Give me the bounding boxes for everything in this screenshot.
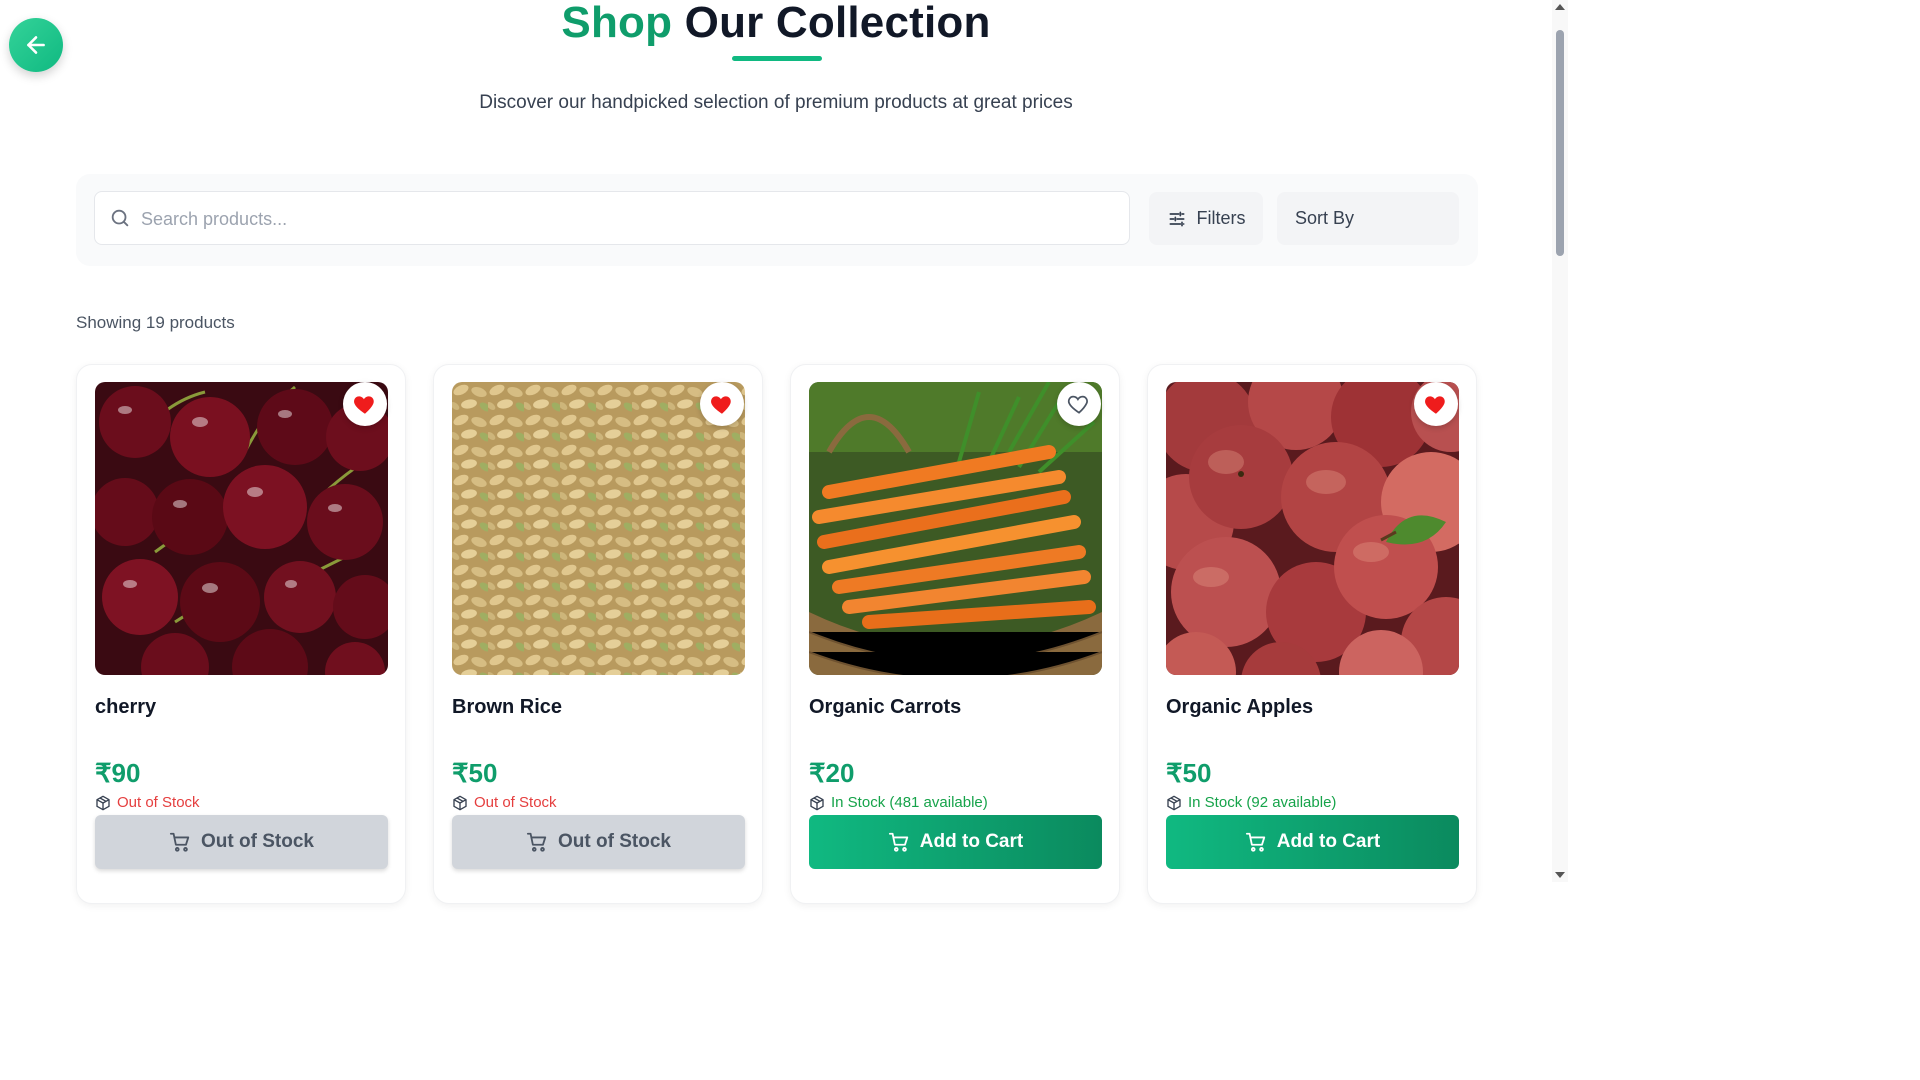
- favorite-button[interactable]: [343, 382, 387, 426]
- sliders-icon: [1169, 211, 1184, 226]
- heart-filled-icon: [711, 396, 731, 414]
- sort-select[interactable]: Sort By: [1277, 192, 1459, 245]
- title-underline: [732, 56, 822, 61]
- stock-status: In Stock (481 available): [809, 794, 988, 811]
- package-icon: [1167, 795, 1181, 810]
- stock-status: Out of Stock: [452, 794, 557, 811]
- out-of-stock-button[interactable]: Out of Stock: [95, 815, 388, 869]
- cart-icon: [169, 832, 190, 852]
- toolbar: Filters Sort By: [76, 174, 1478, 266]
- sort-label: Sort By: [1295, 208, 1355, 228]
- add-to-cart-button[interactable]: Add to Cart: [1166, 815, 1459, 869]
- scroll-up-arrow[interactable]: [1555, 4, 1565, 10]
- favorite-button[interactable]: [1057, 382, 1101, 426]
- page-title-rest: Our Collection: [684, 0, 991, 47]
- favorite-button[interactable]: [700, 382, 744, 426]
- product-name[interactable]: Brown Rice: [452, 696, 562, 719]
- search-icon: [111, 209, 129, 227]
- cart-icon: [526, 832, 547, 852]
- results-count: Showing 19 products: [76, 313, 235, 332]
- add-to-cart-button[interactable]: Add to Cart: [809, 815, 1102, 869]
- scroll-down-arrow[interactable]: [1555, 872, 1565, 878]
- filters-label: Filters: [1196, 208, 1246, 228]
- product-price: ₹90: [95, 758, 141, 788]
- package-icon: [453, 795, 467, 810]
- cart-icon: [1245, 832, 1265, 852]
- search-input[interactable]: [139, 192, 1103, 246]
- product-card: Brown Rice ₹50 Out of Stock Out of Stock: [433, 364, 763, 904]
- scrollbar-thumb[interactable]: [1556, 30, 1564, 256]
- cart-button-label: Add to Cart: [919, 831, 1024, 852]
- product-card: cherry ₹90 Out of Stock Out of Stock: [76, 364, 406, 904]
- page-title-accent: Shop: [561, 0, 673, 47]
- favorite-button[interactable]: [1414, 382, 1458, 426]
- heart-filled-icon: [354, 396, 374, 414]
- stock-text: In Stock (92 available): [1188, 794, 1337, 811]
- product-name[interactable]: cherry: [95, 696, 156, 719]
- heart-filled-icon: [1425, 396, 1445, 414]
- product-price: ₹20: [809, 758, 855, 788]
- stock-text: Out of Stock: [117, 794, 200, 811]
- product-name[interactable]: Organic Carrots: [809, 696, 961, 719]
- out-of-stock-button[interactable]: Out of Stock: [452, 815, 745, 869]
- stock-text: In Stock (481 available): [831, 794, 988, 811]
- filters-button[interactable]: Filters: [1149, 192, 1263, 245]
- product-card: Organic Apples ₹50 In Stock (92 availabl…: [1147, 364, 1477, 904]
- page-subtitle: Discover our handpicked selection of pre…: [479, 92, 1073, 113]
- page-scrollbar[interactable]: [1552, 0, 1568, 882]
- heart-outline-icon: [1067, 395, 1088, 414]
- page-title: Shop Our Collection: [0, 0, 1552, 48]
- stock-text: Out of Stock: [474, 794, 557, 811]
- package-icon: [96, 795, 110, 810]
- product-price: ₹50: [1166, 758, 1212, 788]
- stock-status: Out of Stock: [95, 794, 200, 811]
- cart-button-label: Add to Cart: [1276, 831, 1381, 852]
- stock-status: In Stock (92 available): [1166, 794, 1336, 811]
- product-card: Organic Carrots ₹20 In Stock (481 availa…: [790, 364, 1120, 904]
- cart-button-label: Out of Stock: [558, 831, 671, 852]
- package-icon: [810, 795, 824, 810]
- product-price: ₹50: [452, 758, 498, 788]
- product-name[interactable]: Organic Apples: [1166, 696, 1313, 719]
- search-box: [94, 191, 1130, 246]
- cart-icon: [888, 832, 908, 852]
- cart-button-label: Out of Stock: [201, 831, 314, 852]
